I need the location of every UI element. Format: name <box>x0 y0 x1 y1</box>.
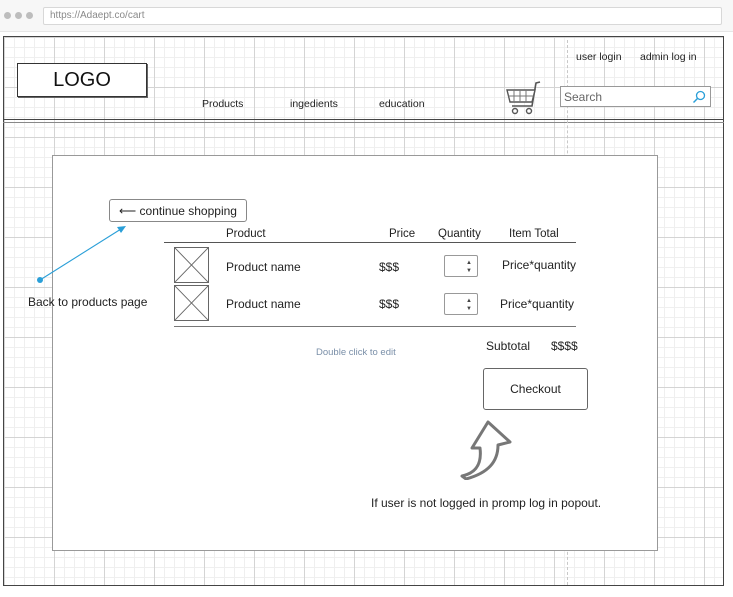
window-dot-icon <box>26 12 33 19</box>
window-dot-icon <box>4 12 11 19</box>
quantity-stepper[interactable]: ▲ ▼ <box>444 293 478 315</box>
header-divider <box>3 119 724 120</box>
product-price: $$$ <box>379 297 400 311</box>
back-annotation: Back to products page <box>28 295 148 309</box>
product-image-placeholder-icon[interactable] <box>174 285 209 321</box>
curved-arrow-icon <box>460 420 512 480</box>
nav-education[interactable]: education <box>379 98 425 110</box>
column-header-price: Price <box>389 228 416 240</box>
checkout-button[interactable]: Checkout <box>483 368 588 410</box>
stepper-down-icon[interactable]: ▼ <box>466 268 472 274</box>
shopping-cart-icon[interactable] <box>505 80 543 116</box>
table-header-divider <box>164 242 576 243</box>
product-image-placeholder-icon[interactable] <box>174 247 209 283</box>
search-input[interactable] <box>564 89 689 105</box>
login-annotation: If user is not logged in promp log in po… <box>371 496 602 510</box>
user-login-link[interactable]: user login <box>576 51 622 63</box>
edit-hint: Double click to edit <box>316 347 396 358</box>
logo-text: LOGO <box>53 69 111 91</box>
product-name[interactable]: Product name <box>226 260 301 274</box>
stepper-up-icon[interactable]: ▲ <box>466 298 472 304</box>
product-name[interactable]: Product name <box>226 297 301 311</box>
continue-shopping-button[interactable]: ⟵ continue shopping <box>109 199 247 222</box>
header-divider <box>3 122 724 123</box>
nav-products[interactable]: Products <box>202 98 243 110</box>
column-header-product: Product <box>226 228 266 240</box>
subtotal-value: $$$$ <box>551 339 578 353</box>
address-url: https://Adaept.co/cart <box>50 10 145 21</box>
item-total: Price*quantity <box>500 297 575 311</box>
address-bar[interactable]: https://Adaept.co/cart <box>43 7 722 25</box>
admin-login-link[interactable]: admin log in <box>640 51 697 63</box>
search-icon[interactable] <box>691 89 707 105</box>
checkout-label: Checkout <box>510 382 561 396</box>
continue-shopping-label: ⟵ continue shopping <box>119 204 237 218</box>
browser-toolbar: https://Adaept.co/cart <box>0 0 733 32</box>
subtotal-label: Subtotal <box>486 339 531 353</box>
item-total: Price*quantity <box>502 258 577 272</box>
nav-ingredients[interactable]: ingedients <box>290 98 338 110</box>
search-box[interactable] <box>560 86 711 107</box>
stepper-down-icon[interactable]: ▼ <box>466 306 472 312</box>
logo[interactable]: LOGO <box>17 63 147 97</box>
quantity-stepper[interactable]: ▲ ▼ <box>444 255 478 277</box>
column-header-item-total: Item Total <box>509 228 559 240</box>
stepper-up-icon[interactable]: ▲ <box>466 260 472 266</box>
product-price: $$$ <box>379 260 400 274</box>
column-header-quantity: Quantity <box>438 228 481 240</box>
table-footer-divider <box>174 326 576 327</box>
window-dot-icon <box>15 12 22 19</box>
